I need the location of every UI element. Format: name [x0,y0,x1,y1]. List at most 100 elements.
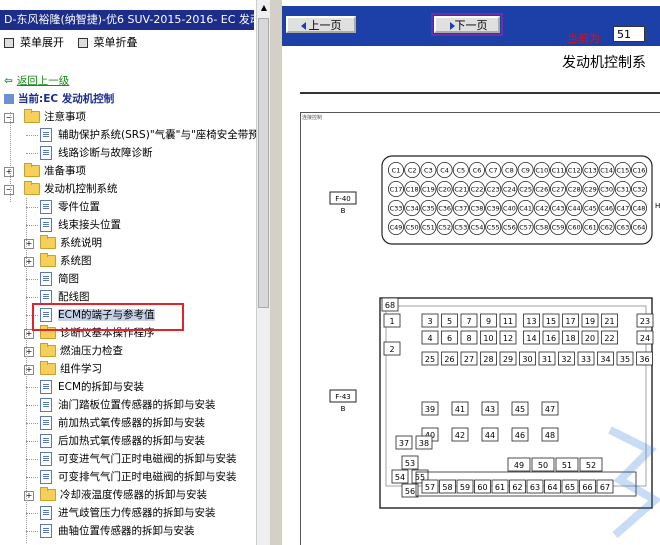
expand-menu-button[interactable]: 菜单展开 [4,32,64,54]
tree-item[interactable]: 可变进气气门正时电磁阀的拆卸与安装 [40,450,237,468]
tree-item[interactable]: 线束接头位置 [40,216,121,234]
tree-item-label[interactable]: 线路诊断与故障诊断 [58,147,153,159]
tree-item[interactable]: 可变排气气门正时电磁阀的拆卸与安装 [40,468,237,486]
arrow-left-icon [300,22,306,30]
pin-label: 21 [604,317,614,326]
pin-label: C40 [503,205,516,213]
tree-item[interactable]: 准备事项 [24,162,86,180]
tree-item[interactable]: 注意事项 [24,108,86,126]
document-icon [40,416,52,430]
expand-node-icon[interactable]: + [4,167,14,177]
tree-item[interactable]: 组件学习 [40,360,102,378]
tree-item[interactable]: 曲轴位置传感器的拆卸与安装 [40,522,195,540]
pin-label: C26 [535,186,548,194]
pin-label: 29 [503,355,513,364]
tree-item-label[interactable]: 发动机控制系统 [44,183,118,195]
tree-item-label[interactable]: 组件学习 [60,363,102,375]
back-link[interactable]: ⇦ 返回上一级 [4,72,69,90]
tree-item[interactable]: 零件位置 [40,198,100,216]
tree-item[interactable]: 简图 [40,270,79,288]
pin-label: C63 [616,224,629,232]
tree-item[interactable]: 进气歧管压力传感器的拆卸与安装 [40,504,216,522]
pin-label: 41 [455,405,465,414]
tree-item[interactable]: 燃油压力检查 [40,342,123,360]
pin-label: C55 [487,224,500,232]
folder-icon [24,109,40,123]
previous-page-button[interactable]: 上一页 [286,16,356,33]
tree-item-label[interactable]: 准备事项 [44,165,86,177]
page-number-input[interactable]: 51 [613,26,645,42]
back-link-label[interactable]: 返回上一级 [17,75,70,87]
collapse-node-icon[interactable]: − [4,113,14,123]
pin-label: C14 [600,167,613,175]
next-page-button[interactable]: 下一页 [431,13,503,36]
tree-connector [26,225,38,226]
scrollbar-thumb[interactable] [258,18,269,308]
pin-label: C28 [568,186,581,194]
page-navigation-bar: 上一页 下一页 当前为 51 [282,6,660,46]
tree-item[interactable]: 油门踏板位置传感器的拆卸与安装 [40,396,216,414]
pin-label: C41 [519,205,532,213]
tree-item-label[interactable]: 前加热式氧传感器的拆卸与安装 [58,417,205,429]
tree-item-label[interactable]: 系统说明 [60,237,102,249]
tree-item-label[interactable]: ECM的拆卸与安装 [58,381,144,393]
pin-label: 16 [546,334,556,343]
tree-item[interactable]: 辅助保护系统(SRS)"气囊"与"座椅安全带预张紧器" [40,126,256,144]
tree-connector [26,153,38,154]
tree-item-label[interactable]: 注意事项 [44,111,86,123]
collapse-menu-button[interactable]: 菜单折叠 [77,32,138,54]
pane-divider[interactable] [270,0,282,545]
pin-label: 33 [581,355,591,364]
tree-item-label[interactable]: 简图 [58,273,79,285]
tree-item[interactable]: 发动机控制系统 [24,180,118,198]
pin-label: 65 [565,483,575,492]
tree-item[interactable]: 后加热式氧传感器的拆卸与安装 [40,432,205,450]
folder-icon [24,163,40,177]
diagram-note: 连接控制 [302,115,323,121]
tree-item[interactable]: 前加热式氧传感器的拆卸与安装 [40,414,205,432]
pin-label: 62 [512,483,522,492]
pin-label: 3 [427,317,432,326]
pin-label: 57 [425,483,435,492]
pin-label: C60 [568,224,581,232]
tree-item-label[interactable]: 可变进气气门正时电磁阀的拆卸与安装 [58,453,237,465]
tree-item-label[interactable]: 曲轴位置传感器的拆卸与安装 [58,525,195,537]
pin-label: C54 [471,224,484,232]
tree-item-label[interactable]: 可变排气气门正时电磁阀的拆卸与安装 [58,471,237,483]
tree-item[interactable]: 线路诊断与故障诊断 [40,144,153,162]
tree-scrollbar[interactable]: ▲ [256,0,271,545]
tree-item-label[interactable]: 零件位置 [58,201,100,213]
pin-label: 52 [586,461,596,470]
pin-label: 64 [547,483,557,492]
tree-item-label[interactable]: 进气歧管压力传感器的拆卸与安装 [58,507,216,519]
document-icon [40,290,52,304]
tree-item[interactable]: 系统图 [40,252,92,270]
connector-sub-label: B [341,207,346,215]
tree-item-label[interactable]: 油门踏板位置传感器的拆卸与安装 [58,399,216,411]
pin-label: C8 [505,167,514,175]
tree-item-label[interactable]: 冷却液温度传感器的拆卸与安装 [60,489,207,501]
scroll-up-icon[interactable]: ▲ [257,0,271,16]
tree-item-label[interactable]: 后加热式氧传感器的拆卸与安装 [58,435,205,447]
collapse-node-icon[interactable]: − [4,185,14,195]
pin-label: C39 [487,205,500,213]
pin-label: 9 [486,317,491,326]
tree-item[interactable]: 冷却液温度传感器的拆卸与安装 [40,486,207,504]
tree-item[interactable]: 系统说明 [40,234,102,252]
tree-item-label[interactable]: 辅助保护系统(SRS)"气囊"与"座椅安全带预张紧器" [58,129,256,141]
folder-icon [40,487,56,501]
tree-item[interactable]: ECM的拆卸与安装 [40,378,144,396]
tree-item-label[interactable]: 燃油压力检查 [60,345,123,357]
document-icon [40,128,52,142]
tree-item-label[interactable]: 配线图 [58,291,90,303]
navigation-panel: D-东风裕隆(纳智捷)-优6 SUV-2015-2016- EC 发动机控制 菜… [0,0,271,545]
collapse-icon [77,38,88,48]
pin-label: 50 [538,461,548,470]
pin-label: C52 [438,224,451,232]
tree-item-label[interactable]: 线束接头位置 [58,219,121,231]
tree-connector [26,423,38,424]
watermark-graphic [608,426,660,539]
pin-label: 13 [526,317,536,326]
document-icon [40,200,52,214]
tree-item-label[interactable]: 系统图 [60,255,92,267]
